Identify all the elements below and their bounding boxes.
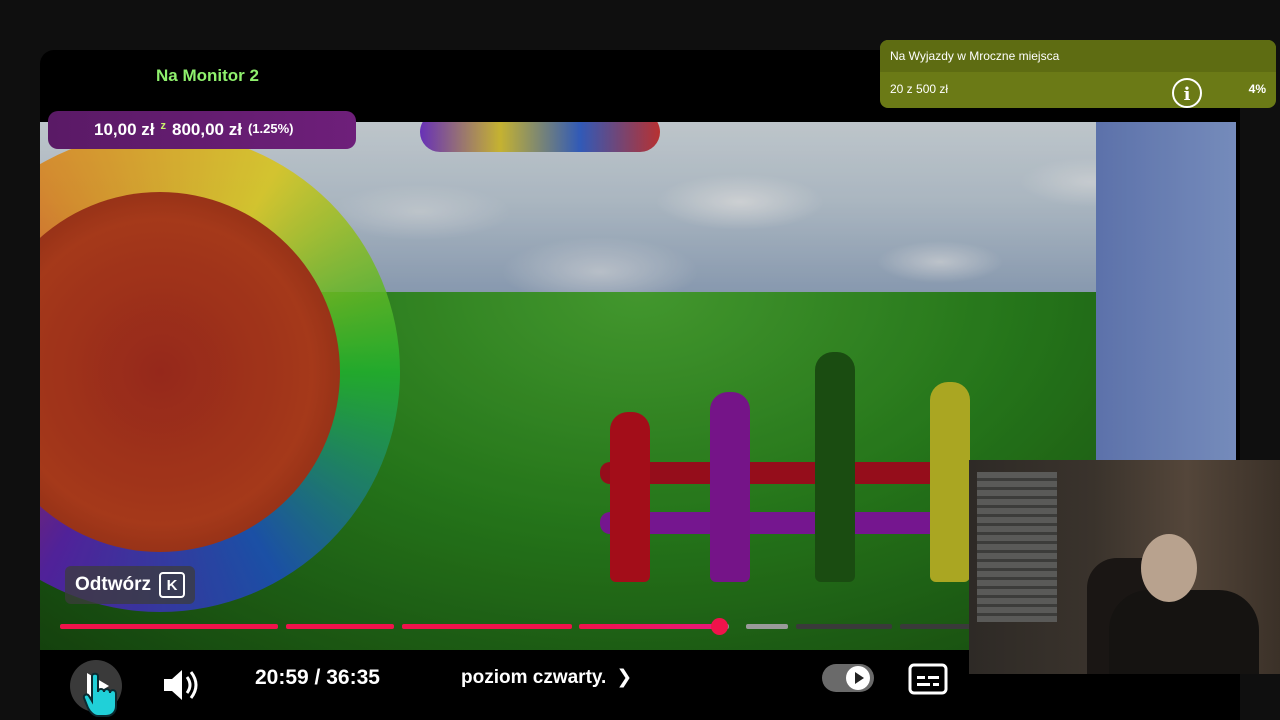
subtitles-button[interactable]	[908, 662, 948, 701]
donation-goal: 800,00 zł	[172, 120, 242, 139]
donation-current: 10,00 zł	[94, 120, 155, 139]
autoplay-knob	[846, 666, 870, 690]
shortcut-key: K	[159, 572, 185, 598]
progress-segment[interactable]	[796, 624, 892, 629]
donation-progress-badge: 10,00 zł z 800,00 zł (1.25%)	[48, 111, 356, 149]
progress-segment[interactable]	[579, 624, 719, 629]
info-icon[interactable]: i	[1172, 78, 1202, 108]
chapter-title[interactable]: poziom czwarty. ❯	[461, 666, 632, 689]
progress-segment[interactable]	[60, 624, 278, 629]
progress-scrubber[interactable]	[711, 618, 728, 635]
progress-bar[interactable]	[60, 624, 990, 629]
chevron-right-icon: ❯	[616, 667, 633, 688]
goal-widget: Na Wyjazdy w Mroczne miejsca 20 z 500 zł…	[880, 40, 1276, 108]
streamer-face	[1141, 534, 1197, 602]
goal-title: Na Wyjazdy w Mroczne miejsca	[880, 40, 1276, 72]
hand-cursor-icon	[82, 672, 117, 717]
time-display: 20:59 / 36:35	[255, 666, 380, 689]
goal-progress-text: 20 z 500 zł	[890, 82, 949, 96]
play-tooltip: Odtwórz K	[65, 566, 195, 604]
progress-segment[interactable]	[286, 624, 394, 629]
window-blind	[977, 472, 1057, 622]
volume-button[interactable]	[158, 662, 204, 713]
chapter-label: poziom czwarty.	[461, 667, 607, 688]
buffered-segment[interactable]	[746, 624, 788, 629]
progress-segment[interactable]	[402, 624, 572, 629]
autoplay-toggle[interactable]	[822, 664, 874, 692]
subtitles-icon	[908, 663, 948, 695]
goal-percent: 4%	[1248, 82, 1266, 96]
volume-icon	[164, 670, 198, 700]
webcam-overlay	[969, 460, 1280, 674]
play-tooltip-label: Odtwórz	[75, 574, 151, 595]
donation-of: z	[160, 120, 167, 132]
channel-title: Na Monitor 2	[156, 66, 259, 85]
donation-percent: (1.25%)	[247, 120, 294, 136]
autoplay-play-icon	[855, 672, 864, 684]
streamer-body	[1109, 590, 1259, 674]
